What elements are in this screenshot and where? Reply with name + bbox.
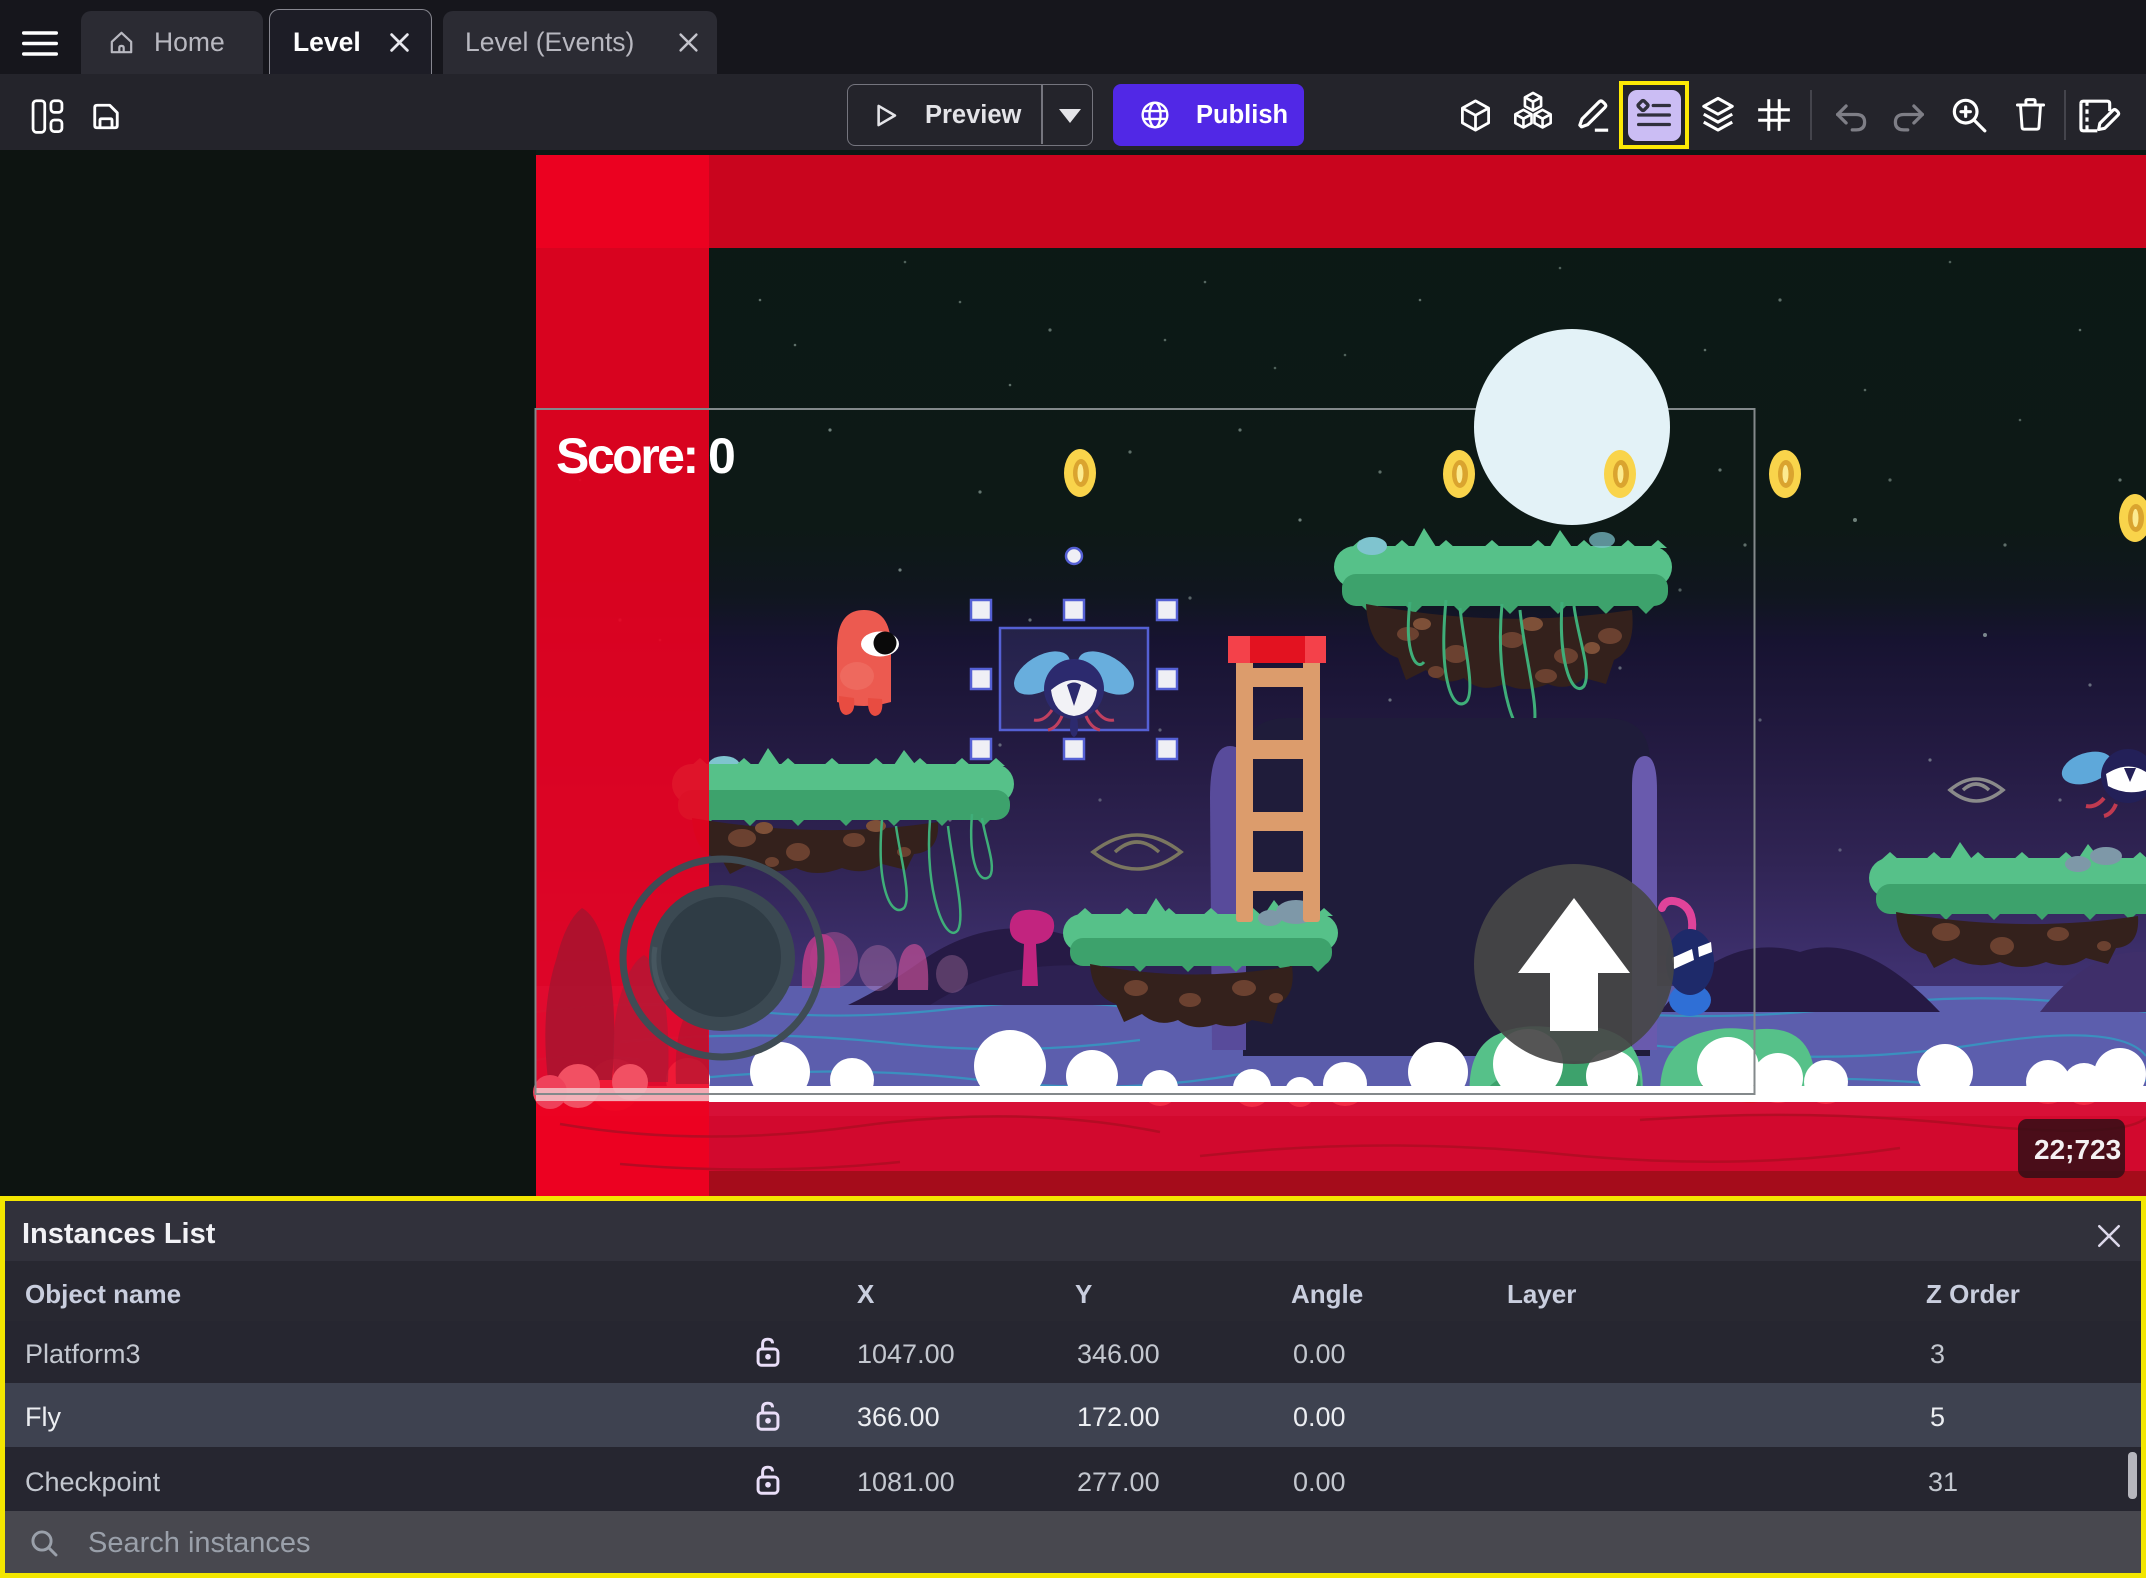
svg-text:22;723: 22;723 [2034, 1134, 2121, 1165]
svg-text:Score: 0: Score: 0 [556, 428, 734, 484]
